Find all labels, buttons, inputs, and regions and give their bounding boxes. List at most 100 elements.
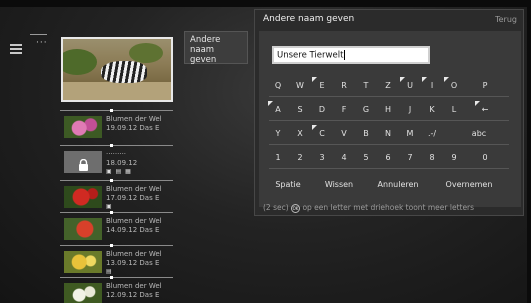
recording-thumbnail <box>64 151 102 173</box>
keyboard-key[interactable]: 9 <box>447 152 461 164</box>
keyboard-key[interactable]: A <box>268 101 285 116</box>
hint-text: op een letter met driehoek toont meer le… <box>302 203 475 212</box>
keyboard-key[interactable]: W <box>293 80 307 92</box>
recording-title: Blumen der Wel <box>106 250 162 258</box>
more-letters-marker <box>268 101 273 106</box>
keyboard-key[interactable]: abc <box>465 128 493 140</box>
recording-title: Blumen der Wel <box>106 185 162 193</box>
keyboard-key[interactable]: 6 <box>381 152 395 164</box>
keyboard-key[interactable]: 0 <box>478 152 492 164</box>
keyboard-key[interactable]: M <box>403 128 417 140</box>
recording-date: 17.09.12 Das E <box>106 194 160 202</box>
recording-date: 19.09.12 Das E <box>106 124 160 132</box>
keyboard-spatie-button[interactable]: Spatie <box>275 179 301 191</box>
lock-icon <box>78 156 89 171</box>
separator-marker <box>110 109 113 112</box>
keyboard-key[interactable]: 7 <box>403 152 417 164</box>
menu-more-dots[interactable]: ··· <box>36 38 48 48</box>
keyboard-key[interactable]: 2 <box>293 152 307 164</box>
recording-thumbnail <box>64 186 102 208</box>
keyboard-key[interactable]: H <box>381 104 395 116</box>
list-item[interactable]: Blumen der Wel 14.09.12 Das E <box>60 211 173 244</box>
recording-date: 14.09.12 Das E <box>106 226 160 234</box>
keyboard-key[interactable]: .-/ <box>425 128 439 140</box>
list-item[interactable]: ········· 18.09.12 ▣ ▤ ▦ <box>60 144 173 177</box>
more-letters-marker <box>444 77 449 82</box>
back-button[interactable]: Terug <box>495 15 517 24</box>
keyboard-key[interactable]: I <box>422 77 439 92</box>
list-separator <box>60 109 173 112</box>
keyboard-key[interactable]: T <box>359 80 373 92</box>
name-input[interactable]: Unsere Tierwelt <box>272 46 430 64</box>
list-item[interactable]: Blumen der Wel 12.09.12 Das E <box>60 276 173 303</box>
separator-marker <box>110 179 113 182</box>
recording-date: 13.09.12 Das E <box>106 259 160 267</box>
thumb-ground <box>63 82 171 100</box>
recording-title: ········· <box>106 150 127 158</box>
recording-date: 18.09.12 <box>106 159 138 167</box>
rename-dialog: Andere naam geven Terug Unsere Tierwelt … <box>254 9 524 216</box>
separator-marker <box>110 144 113 147</box>
keyboard-key[interactable]: 3 <box>315 152 329 164</box>
list-icon[interactable] <box>10 44 22 54</box>
keyboard-key[interactable]: 1 <box>271 152 285 164</box>
keyboard-key[interactable]: F <box>337 104 351 116</box>
keyboard-key[interactable]: K <box>425 104 439 116</box>
keyboard-key[interactable]: G <box>359 104 373 116</box>
keyboard-key[interactable]: Z <box>381 80 395 92</box>
recording-status-icons: ▣ <box>106 203 113 210</box>
keyboard-key[interactable]: C <box>312 125 329 140</box>
recording-thumbnail <box>64 283 102 303</box>
keyboard-key[interactable]: N <box>381 128 395 140</box>
keyboard-key[interactable]: E <box>312 77 329 92</box>
keyboard-key[interactable]: 4 <box>337 152 351 164</box>
recording-status-icons: ▣ ▤ ▦ <box>106 168 132 175</box>
keyboard-key[interactable]: U <box>400 77 417 92</box>
screen-frame-top <box>0 0 531 7</box>
thumb-bush <box>63 49 97 75</box>
keyboard-key[interactable]: Q <box>271 80 285 92</box>
keyboard-key[interactable]: D <box>315 104 329 116</box>
thumb-zebra <box>101 61 147 83</box>
name-input-value: Unsere Tierwelt <box>277 50 344 61</box>
more-letters-marker <box>475 101 480 106</box>
featured-thumbnail[interactable] <box>61 37 173 102</box>
recording-title: Blumen der Wel <box>106 115 162 123</box>
keyboard-overnemen-button[interactable]: Overnemen <box>441 179 497 191</box>
more-letters-marker <box>312 125 317 130</box>
recording-title: Blumen der Wel <box>106 282 162 290</box>
keyboard-key[interactable]: S <box>293 104 307 116</box>
list-separator <box>60 179 173 182</box>
separator-marker <box>110 244 113 247</box>
keyboard-key[interactable]: B <box>359 128 373 140</box>
list-separator <box>60 276 173 279</box>
thumb-bush <box>129 43 163 63</box>
list-separator <box>60 211 173 214</box>
recording-thumbnail <box>64 116 102 138</box>
menu-divider <box>30 34 47 35</box>
list-separator <box>60 144 173 147</box>
keyboard-wissen-button[interactable]: Wissen <box>321 179 357 191</box>
list-item[interactable]: Blumen der Wel 13.09.12 Das E ▤ <box>60 244 173 277</box>
keyboard-key[interactable]: J <box>403 104 417 116</box>
list-item[interactable]: Blumen der Wel 17.09.12 Das E ▣ <box>60 179 173 212</box>
dialog-hint: (2 sec) OK op een letter met driehoek to… <box>263 203 474 213</box>
keyboard-row-divider <box>269 144 509 145</box>
separator-marker <box>110 276 113 279</box>
keyboard-key[interactable]: 5 <box>359 152 373 164</box>
keyboard-key[interactable]: ← <box>475 101 492 116</box>
keyboard-key[interactable]: 8 <box>425 152 439 164</box>
keyboard-key[interactable]: O <box>444 77 461 92</box>
keyboard-key[interactable]: V <box>337 128 351 140</box>
onscreen-keyboard: Unsere Tierwelt Q W E R T Z U I O P A S D F G H J K L ← Y X C V… <box>259 31 521 207</box>
recording-title: Blumen der Wel <box>106 217 162 225</box>
keyboard-key[interactable]: P <box>478 80 492 92</box>
rename-option-button[interactable]: Andere naam geven <box>184 31 248 65</box>
keyboard-annuleren-button[interactable]: Annuleren <box>372 179 424 191</box>
keyboard-key[interactable]: Y <box>271 128 285 140</box>
keyboard-key[interactable]: R <box>337 80 351 92</box>
list-item[interactable]: Blumen der Wel 19.09.12 Das E <box>60 109 173 142</box>
keyboard-key[interactable]: X <box>293 128 307 140</box>
keyboard-key[interactable]: L <box>447 104 461 116</box>
dialog-title: Andere naam geven <box>263 14 355 24</box>
